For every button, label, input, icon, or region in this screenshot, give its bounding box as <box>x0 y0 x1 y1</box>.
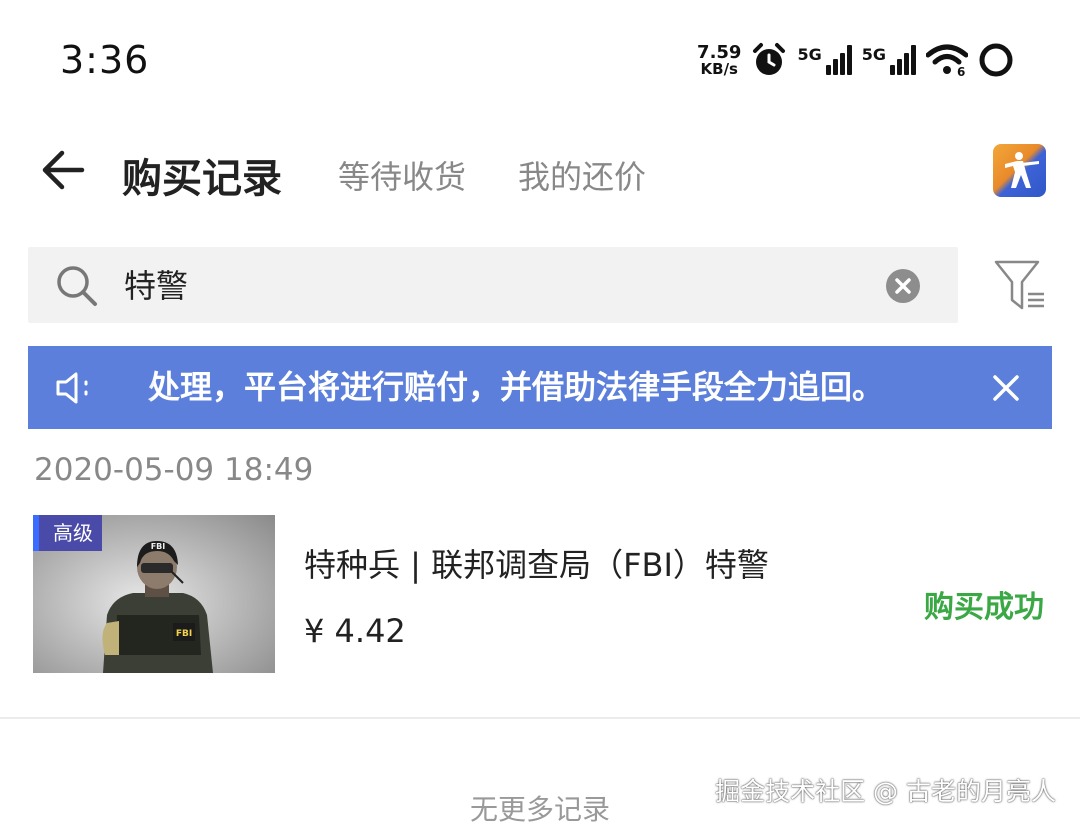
wifi-badge: 6 <box>957 65 965 77</box>
divider <box>0 717 1080 719</box>
notice-banner: 处理，平台将进行赔付，并借助法律手段全力追回。 <box>28 346 1052 429</box>
close-icon[interactable] <box>988 370 1024 406</box>
record-date: 2020-05-09 18:49 <box>34 452 314 488</box>
sim1-label: 5G <box>797 45 822 64</box>
tab-awaiting-receipt[interactable]: 等待收货 <box>338 152 466 198</box>
wifi-icon: 6 <box>926 44 968 77</box>
csgo-game-icon[interactable] <box>993 144 1046 197</box>
net-speed-unit: KB/s <box>700 59 738 78</box>
page-title: 购买记录 <box>122 156 282 202</box>
item-price: ¥ 4.42 <box>304 612 406 650</box>
svg-text:FBI: FBI <box>176 629 192 639</box>
notice-text: 处理，平台将进行赔付，并借助法律手段全力追回。 <box>148 368 885 406</box>
signal-icon: 5G <box>797 45 852 75</box>
status-time: 3:36 <box>60 38 150 82</box>
signal-icon: 5G <box>862 45 916 75</box>
search-icon <box>57 266 97 306</box>
alarm-icon <box>753 43 786 75</box>
sim2-label: 5G <box>861 45 886 64</box>
net-speed: 7.59 KB/s <box>697 41 742 78</box>
clear-icon[interactable] <box>886 269 920 303</box>
watermark: 掘金技术社区 @ 古老的月亮人 <box>715 777 1056 806</box>
item-thumbnail: FBI FBI 高级 <box>33 515 275 673</box>
purchase-records-screen: 3:36 7.59 KB/s 5G 5G 6 购买记录 等待收货 我的还价 特警… <box>0 0 1080 826</box>
item-name: 特种兵 | 联邦调查局（FBI）特警 <box>304 546 769 584</box>
search-input[interactable] <box>122 247 826 325</box>
tab-my-counteroffers[interactable]: 我的还价 <box>518 152 646 198</box>
list-item[interactable]: FBI FBI 高级 特种兵 | 联邦调查局（FBI）特警 ¥ 4.42 购买成… <box>0 500 1080 690</box>
grade-badge: 高级 <box>33 515 102 551</box>
svg-text:FBI: FBI <box>151 542 166 551</box>
speaker-icon <box>56 372 88 404</box>
back-button[interactable] <box>38 146 90 194</box>
header: 购买记录 等待收货 我的还价 <box>0 130 1080 220</box>
status-badge: 购买成功 <box>924 590 1044 625</box>
net-speed-value: 7.59 <box>697 41 742 63</box>
filter-icon[interactable] <box>992 258 1048 314</box>
status-icons: 7.59 KB/s 5G 5G 6 <box>697 40 1014 80</box>
search-bar <box>28 247 958 325</box>
battery-ring-icon <box>979 43 1013 77</box>
